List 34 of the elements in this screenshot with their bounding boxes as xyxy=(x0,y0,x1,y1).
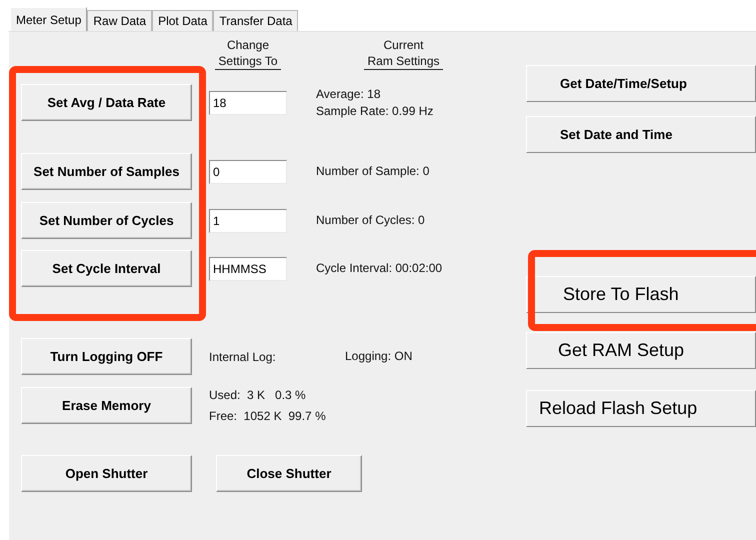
tab[interactable]: Plot Data xyxy=(152,10,214,31)
status-text: Number of Cycles: 0 xyxy=(316,212,425,229)
action-button[interactable]: Erase Memory xyxy=(21,387,192,424)
action-button[interactable]: Open Shutter xyxy=(21,455,192,492)
action-button[interactable]: Close Shutter xyxy=(216,455,362,492)
action-button[interactable]: Reload Flash Setup xyxy=(526,390,756,427)
status-label: Internal Log: xyxy=(209,350,277,364)
tab[interactable]: Meter Setup xyxy=(10,7,88,31)
action-button[interactable]: Set Cycle Interval xyxy=(21,250,192,287)
status-text: Logging: ON xyxy=(345,348,412,365)
status-text: Number of Sample: 0 xyxy=(316,163,430,180)
status-text: Sample Rate: 0.99 Hz xyxy=(316,102,434,120)
input-field[interactable]: 1 xyxy=(209,208,287,232)
status-text: Free: 1052 K 99.7 % xyxy=(209,408,326,424)
status-text: Average: 18 xyxy=(316,86,382,102)
action-button[interactable]: Turn Logging OFF xyxy=(21,338,192,375)
column-header: Settings To xyxy=(215,54,281,70)
action-button[interactable]: Store To Flash xyxy=(526,276,756,313)
action-button[interactable]: Set Date and Time xyxy=(526,116,756,153)
input-field[interactable]: 18 xyxy=(209,90,287,114)
column-header: Ram Settings xyxy=(364,54,443,70)
action-button[interactable]: Set Number of Samples xyxy=(21,153,192,190)
input-field[interactable]: HHMMSS xyxy=(209,256,287,280)
column-header: Change xyxy=(226,37,270,54)
action-button[interactable]: Get Date/Time/Setup xyxy=(526,65,756,102)
column-header: Current xyxy=(383,37,424,54)
input-field[interactable]: 0 xyxy=(209,160,287,184)
action-button[interactable]: Set Avg / Data Rate xyxy=(21,84,192,121)
action-button[interactable]: Set Number of Cycles xyxy=(21,202,192,239)
tab[interactable]: Raw Data xyxy=(87,10,152,31)
status-text: Used: 3 K 0.3 % xyxy=(209,386,307,404)
status-text: Cycle Interval: 00:02:00 xyxy=(316,260,442,277)
action-button[interactable]: Get RAM Setup xyxy=(526,332,756,369)
tab[interactable]: Transfer Data xyxy=(213,10,298,31)
